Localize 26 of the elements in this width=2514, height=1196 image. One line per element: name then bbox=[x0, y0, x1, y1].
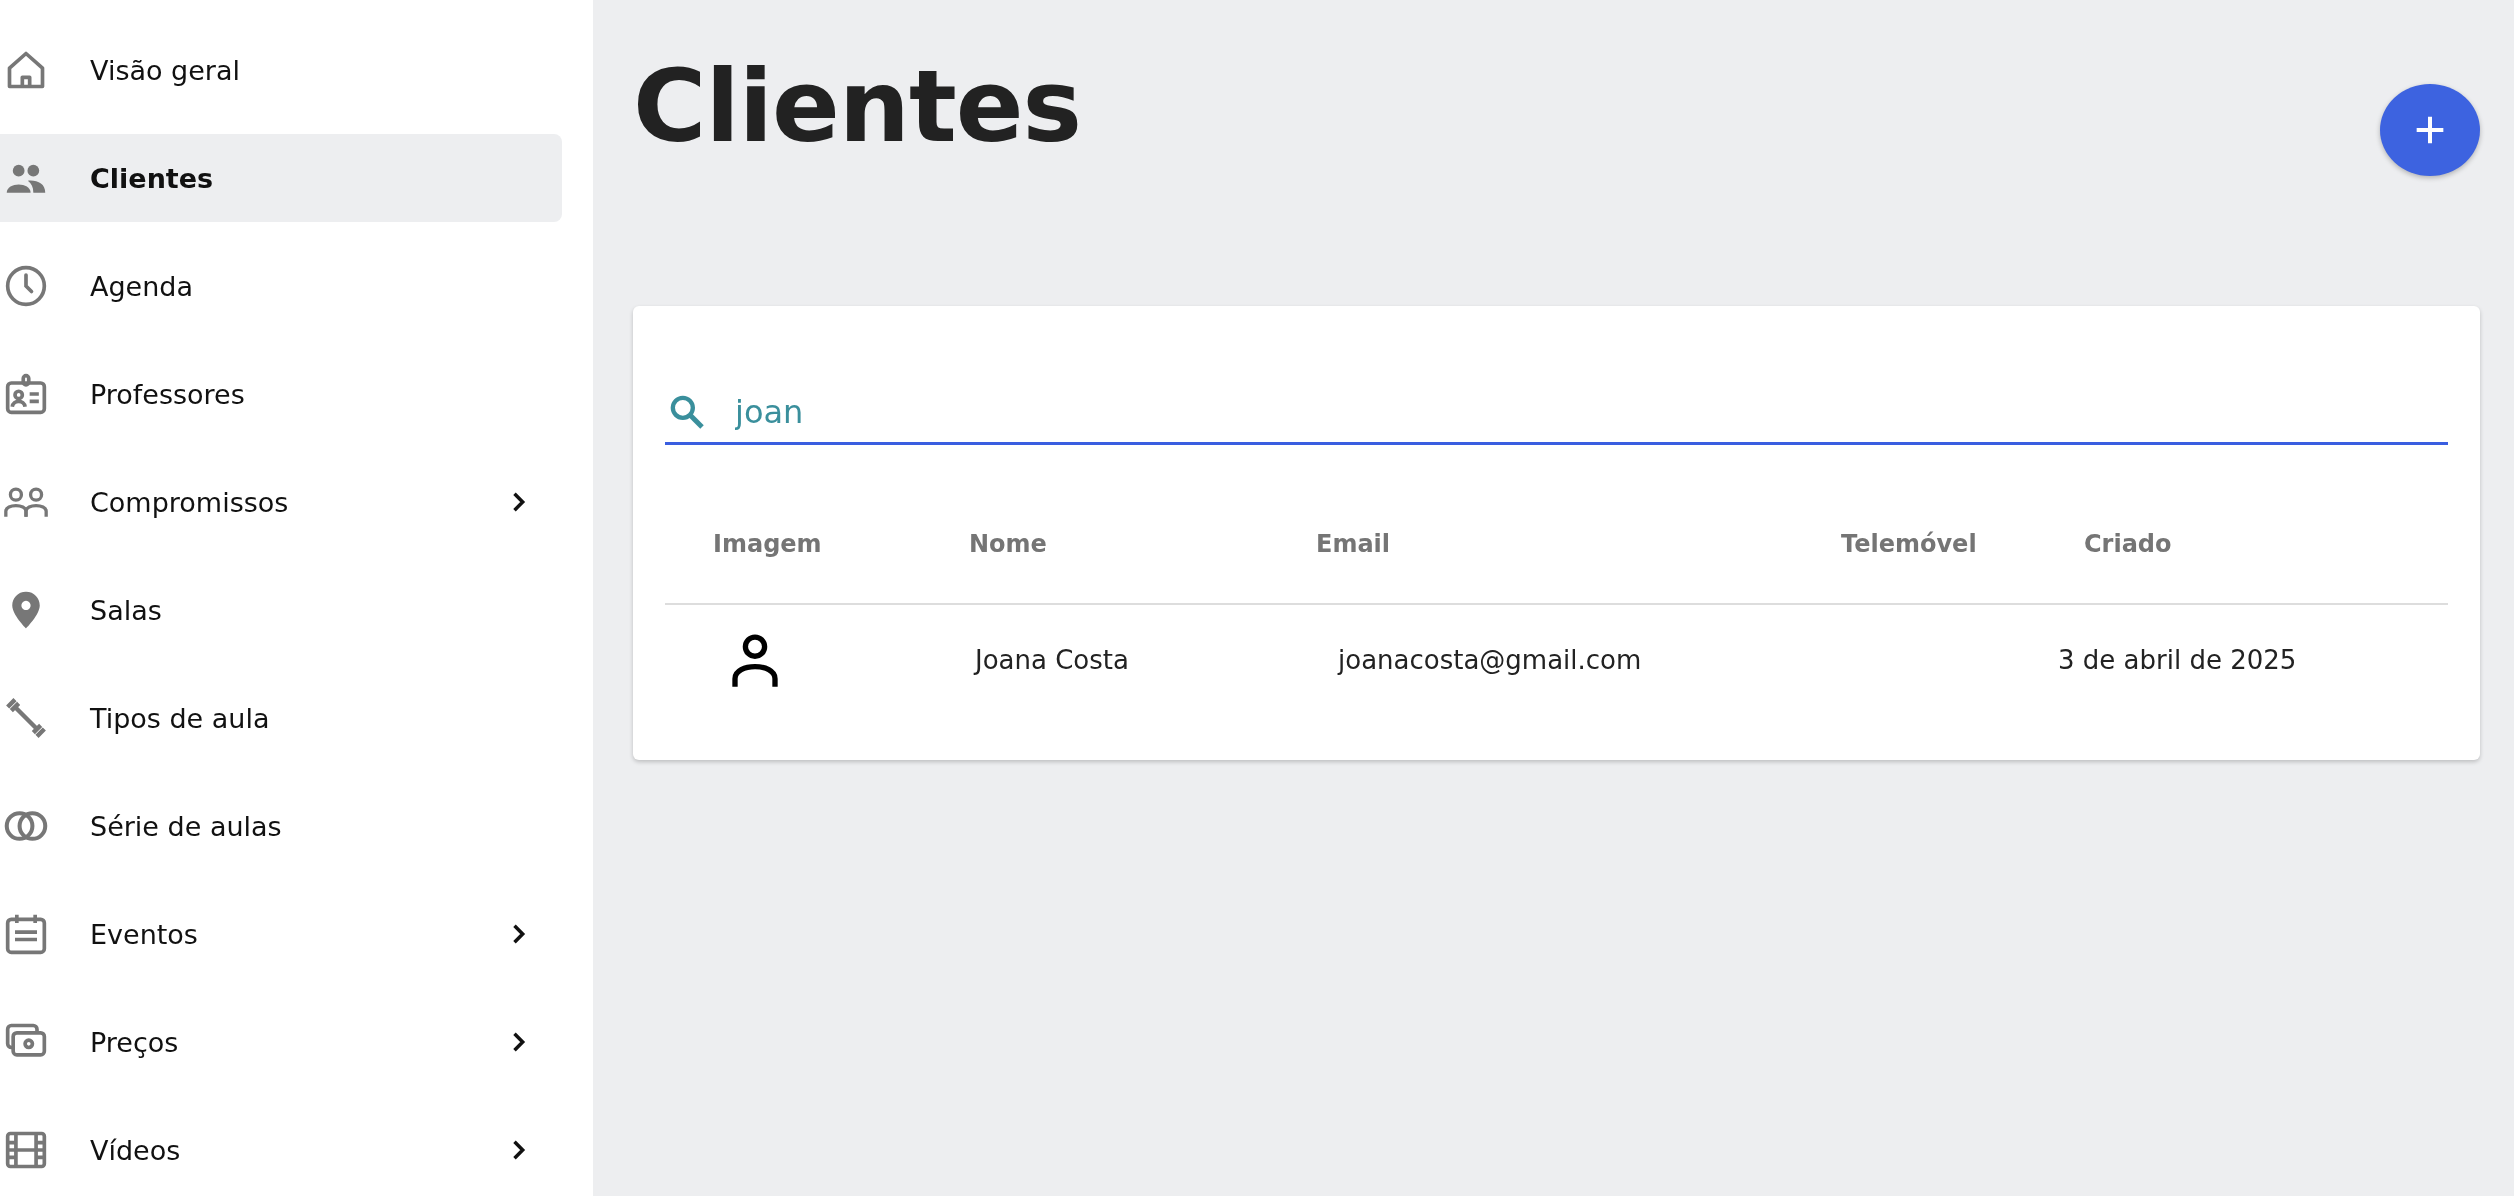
clock-icon bbox=[4, 264, 48, 308]
column-header: Telemóvel bbox=[1841, 530, 1978, 558]
sidebar-item[interactable]: Visão geral bbox=[0, 26, 562, 114]
column-header: Nome bbox=[969, 530, 1048, 558]
sidebar-item[interactable]: Salas bbox=[0, 566, 562, 654]
sidebar-item[interactable]: Preços bbox=[0, 998, 562, 1086]
sidebar-item[interactable]: Vídeos bbox=[0, 1106, 562, 1194]
dumbbell-icon bbox=[4, 696, 48, 740]
sidebar-item[interactable]: Compromissos bbox=[0, 458, 562, 546]
id-badge-icon bbox=[4, 372, 48, 416]
table-cell-text: 3 de abril de 2025 bbox=[2058, 645, 2298, 675]
calendar-icon bbox=[4, 912, 48, 956]
table-cell-text: joanacosta@gmail.com bbox=[1338, 645, 1643, 675]
column-header: Email bbox=[1316, 530, 1392, 558]
column-header: Imagem bbox=[713, 530, 823, 558]
search-field[interactable]: joan bbox=[733, 392, 2448, 432]
sidebar-item[interactable]: Professores bbox=[0, 350, 562, 438]
sidebar-item[interactable]: Eventos bbox=[0, 890, 562, 978]
table-cell-text: Joana Costa bbox=[975, 645, 1130, 675]
sidebar-item[interactable]: Clientes bbox=[0, 134, 562, 222]
sidebar-item[interactable]: Agenda bbox=[0, 242, 562, 330]
column-header: Criado bbox=[2084, 530, 2173, 558]
sidebar-item[interactable]: Tipos de aula bbox=[0, 674, 562, 762]
sidebar-item[interactable]: Série de aulas bbox=[0, 782, 562, 870]
add-button[interactable] bbox=[2380, 84, 2480, 176]
page-title: Clientes bbox=[633, 52, 1082, 162]
